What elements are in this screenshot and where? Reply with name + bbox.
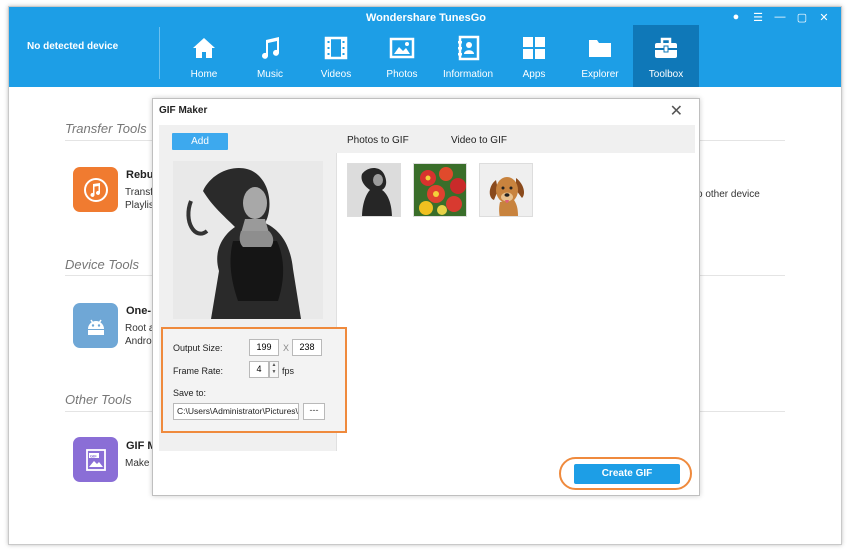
folder-icon xyxy=(589,40,611,57)
gif-maker-dialog: GIF Maker ✕ Add Photos to GIF Video to G… xyxy=(152,98,700,496)
window-controls: ● ☰ — ▢ ✕ xyxy=(729,11,831,24)
tab-photos-to-gif[interactable]: Photos to GIF xyxy=(347,135,409,146)
root-tool-name[interactable]: One- xyxy=(126,305,151,317)
music-transfer-icon xyxy=(83,177,108,202)
thumbnail-flowers[interactable] xyxy=(413,163,467,217)
photo-thumbnails xyxy=(337,153,695,451)
save-to-label: Save to: xyxy=(173,388,207,398)
section-title-other: Other Tools xyxy=(65,392,132,407)
nav-explorer-label: Explorer xyxy=(581,69,619,80)
toolbox-icon xyxy=(655,37,677,58)
output-size-label: Output Size: xyxy=(173,343,223,353)
android-icon xyxy=(87,319,104,335)
browse-button[interactable]: --- xyxy=(303,403,325,420)
dialog-title: GIF Maker xyxy=(159,105,208,116)
svg-text:GIF: GIF xyxy=(90,453,97,458)
divider xyxy=(159,27,160,79)
gif-preview-image xyxy=(173,161,323,319)
nav-toolbox-label: Toolbox xyxy=(648,69,684,80)
section-title-device: Device Tools xyxy=(65,257,139,272)
nav-music[interactable]: Music xyxy=(237,25,303,87)
create-gif-button[interactable]: Create GIF xyxy=(574,464,680,484)
nav-explorer[interactable]: Explorer xyxy=(567,25,633,87)
gif-maker-tool-icon[interactable]: GIF xyxy=(73,437,118,482)
thumbnail-dog[interactable] xyxy=(479,163,533,217)
close-icon[interactable]: ✕ xyxy=(817,11,831,24)
app-title: Wondershare TunesGo xyxy=(365,12,486,24)
nav-apps[interactable]: Apps xyxy=(501,25,567,87)
dialog-body: Add Photos to GIF Video to GIF Output Si… xyxy=(159,125,695,451)
music-icon xyxy=(262,37,279,59)
thumbnail-woman[interactable] xyxy=(347,163,401,217)
nav-videos[interactable]: Videos xyxy=(303,25,369,87)
nav-toolbox[interactable]: Toolbox xyxy=(633,25,699,87)
apps-icon xyxy=(523,37,545,59)
nav-apps-label: Apps xyxy=(522,69,546,80)
frame-rate-input[interactable]: 4 xyxy=(249,361,269,378)
nav-photos[interactable]: Photos xyxy=(369,25,435,87)
videos-icon xyxy=(324,36,348,60)
contacts-icon xyxy=(458,35,480,61)
nav-home-label: Home xyxy=(190,69,218,80)
device-status: No detected device xyxy=(27,41,119,52)
nav-music-label: Music xyxy=(256,69,284,80)
section-title-transfer: Transfer Tools xyxy=(65,121,147,136)
maximize-icon[interactable]: ▢ xyxy=(795,11,809,24)
gif-settings-panel: Output Size: 199 X 238 Frame Rate: 4 ▲ ▼ … xyxy=(161,327,347,433)
add-button[interactable]: Add xyxy=(172,133,228,150)
create-gif-highlight: Create GIF xyxy=(559,457,692,490)
nav-information[interactable]: Information xyxy=(435,25,501,87)
user-icon[interactable]: ● xyxy=(729,11,743,24)
gif-tool-desc-1: Make xyxy=(125,458,150,469)
size-separator: X xyxy=(283,343,290,353)
tab-video-to-gif[interactable]: Video to GIF xyxy=(451,135,507,146)
top-bar: Wondershare TunesGo No detected device ●… xyxy=(9,7,841,87)
root-tool-desc-1: Root a xyxy=(125,323,155,334)
gif-icon: GIF xyxy=(85,448,106,471)
minimize-icon[interactable]: — xyxy=(773,11,787,24)
menu-icon[interactable]: ☰ xyxy=(751,11,765,24)
frame-rate-stepper[interactable]: ▲ ▼ xyxy=(269,361,279,378)
height-input[interactable]: 238 xyxy=(292,339,322,356)
save-path-input[interactable]: C:\Users\Administrator\Pictures\\ xyxy=(173,403,299,420)
close-icon[interactable]: ✕ xyxy=(670,101,683,121)
nav-videos-label: Videos xyxy=(320,69,352,80)
root-tool-icon[interactable] xyxy=(73,303,118,348)
home-icon xyxy=(193,38,215,58)
main-nav: Home Music Videos Photos Information App… xyxy=(171,25,699,87)
nav-information-label: Information xyxy=(442,69,494,80)
frame-rate-label: Frame Rate: xyxy=(173,366,224,376)
app-window: Wondershare TunesGo No detected device ●… xyxy=(8,6,842,545)
fps-label: fps xyxy=(282,366,295,376)
nav-home[interactable]: Home xyxy=(171,25,237,87)
photos-icon xyxy=(389,37,415,59)
nav-photos-label: Photos xyxy=(386,69,418,80)
rebuild-tool-desc-2: Playlis xyxy=(125,200,154,211)
rebuild-library-tool-icon[interactable] xyxy=(73,167,118,212)
rebuild-tool-name[interactable]: Rebu xyxy=(126,169,154,181)
width-input[interactable]: 199 xyxy=(249,339,279,356)
rebuild-tool-desc-right: o other device xyxy=(697,189,760,200)
root-tool-desc-2: Andro xyxy=(125,336,152,347)
rebuild-tool-desc-1: Transf xyxy=(125,187,153,198)
